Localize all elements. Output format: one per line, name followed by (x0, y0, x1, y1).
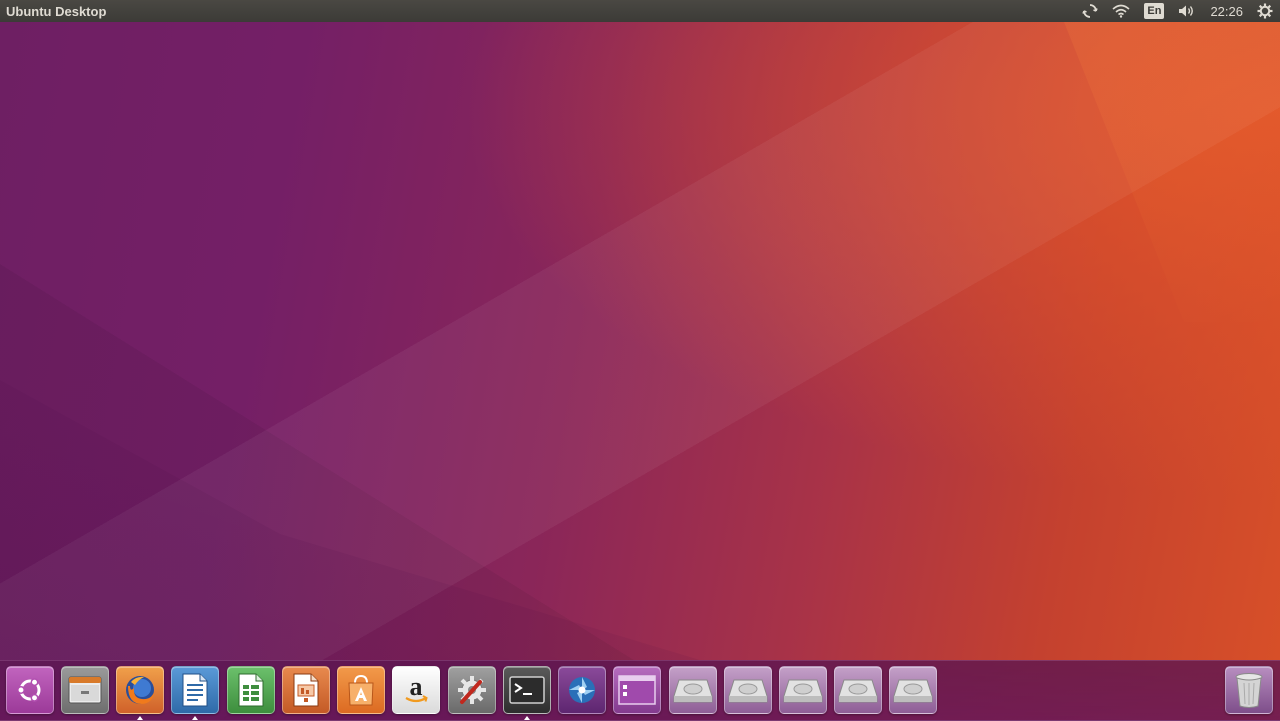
amazon-launcher[interactable]: a (392, 666, 440, 714)
software-center-launcher[interactable] (337, 666, 385, 714)
gear-icon[interactable] (1250, 0, 1280, 22)
drive-icon (783, 679, 823, 703)
workspace-switcher-launcher[interactable] (613, 666, 661, 714)
settings-tools-icon (458, 676, 486, 704)
drive-5-launcher[interactable] (889, 666, 937, 714)
indicator-area: En 22:26 (1075, 0, 1280, 22)
drive-icon (673, 679, 713, 703)
clock[interactable]: 22:26 (1203, 0, 1250, 22)
firefox-launcher[interactable] (116, 666, 164, 720)
trash-icon (1235, 673, 1263, 708)
amazon-icon: a (405, 673, 428, 703)
libreoffice-writer-launcher[interactable] (171, 666, 219, 720)
system-settings-launcher[interactable] (448, 666, 496, 714)
drive-icon (893, 679, 933, 703)
launcher: a (0, 660, 1280, 721)
running-indicator (137, 716, 143, 720)
sync-icon[interactable] (1075, 0, 1105, 22)
workspace-icon (618, 675, 656, 705)
impress-icon (293, 673, 319, 707)
top-panel: Ubuntu Desktop En 22:26 (0, 0, 1280, 22)
firefox-icon (126, 676, 154, 704)
shopping-bag-icon (348, 674, 374, 706)
libreoffice-calc-launcher[interactable] (227, 666, 275, 714)
svg-text:a: a (410, 673, 423, 701)
wallpaper-shard (1064, 22, 1280, 322)
terminal-launcher[interactable] (503, 666, 551, 720)
ubuntu-dash-button[interactable] (6, 666, 54, 714)
volume-icon[interactable] (1171, 0, 1203, 22)
drive-4-launcher[interactable] (834, 666, 882, 714)
drive-3-launcher[interactable] (779, 666, 827, 714)
ubuntu-logo-icon (17, 678, 41, 702)
drive-icon (728, 679, 768, 703)
running-indicator (524, 716, 530, 720)
desktop-wallpaper (0, 0, 1280, 720)
window-title: Ubuntu Desktop (6, 3, 107, 19)
wifi-icon[interactable] (1105, 0, 1137, 22)
keyboard-layout-label: En (1144, 3, 1165, 19)
running-indicator (192, 716, 198, 720)
wallpaper-shard (0, 380, 700, 660)
files-launcher[interactable] (61, 666, 109, 714)
calc-icon (238, 673, 264, 707)
writer-icon (182, 673, 208, 707)
keyboard-layout-indicator[interactable]: En (1137, 0, 1171, 22)
trash-launcher[interactable] (1225, 666, 1273, 714)
drive-1-launcher[interactable] (669, 666, 717, 714)
drive-2-launcher[interactable] (724, 666, 772, 714)
drive-icon (838, 679, 878, 703)
libreoffice-impress-launcher[interactable] (282, 666, 330, 714)
shotwell-launcher[interactable] (558, 666, 606, 714)
terminal-icon (509, 676, 545, 704)
file-cabinet-icon (68, 676, 102, 704)
aperture-icon (569, 677, 595, 703)
